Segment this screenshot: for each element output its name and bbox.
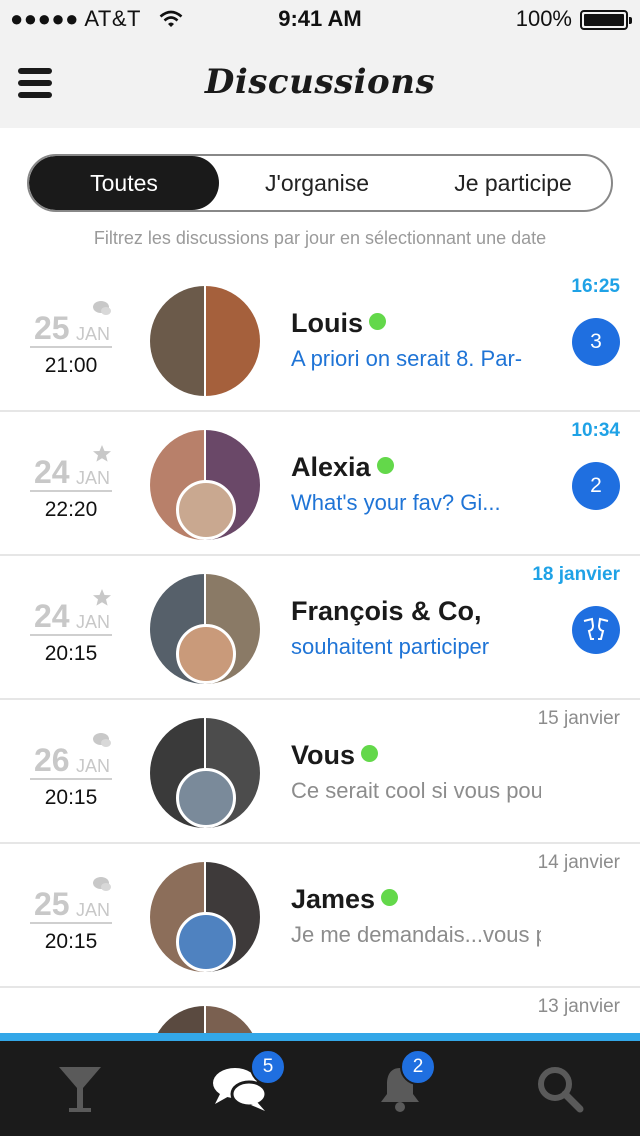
discussion-date: 25 JAN 20:15 [30, 876, 112, 954]
avatar-photo [150, 286, 204, 396]
search-icon [538, 1066, 584, 1112]
discussion-date: 25 JAN 21:00 [30, 300, 112, 378]
date-day: 25 [34, 310, 70, 346]
star-icon [93, 445, 111, 462]
tab-cocktails[interactable] [0, 1041, 160, 1136]
message-preview: souhaitent participer [291, 634, 490, 659]
contact-name: Louis [291, 308, 363, 338]
message-timestamp: 15 janvier [537, 708, 620, 729]
date-day: 24 [34, 598, 70, 634]
discussion-name: Louis [291, 308, 386, 339]
filter-hint: Filtrez les discussions par jour en séle… [93, 228, 547, 248]
date-hour: 20:15 [44, 786, 98, 809]
star-icon [93, 589, 111, 606]
discussion-name: James [291, 884, 399, 915]
status-bar: ●●●●● AT&T 9:41 AM 100% [0, 0, 640, 40]
chat-icon [93, 301, 111, 315]
tab-discussions[interactable]: 5 [160, 1041, 320, 1136]
discussion-row[interactable]: 25 JAN 21:00 Louis A priori on serait 8. Par… [0, 268, 640, 412]
unread-count-badge: 3 [572, 318, 620, 366]
chat-icon [93, 733, 111, 747]
discussion-row[interactable]: 24 JAN 22:20 Alexia What's your fav? Gi... 10… [0, 412, 640, 556]
avatar-photo-small [176, 480, 236, 540]
discussions-badge: 5 [250, 1049, 286, 1085]
group-avatar [150, 286, 260, 396]
discussion-row[interactable]: 24 JAN 20:15 François & Co, souhaitent parti… [0, 556, 640, 700]
group-avatar [150, 430, 260, 540]
group-avatar [150, 574, 260, 684]
date-hour: 20:15 [44, 930, 98, 953]
message-timestamp: 18 janvier [532, 564, 620, 585]
message-timestamp: 13 janvier [537, 996, 620, 1017]
online-indicator [369, 313, 386, 330]
date-day: 24 [34, 454, 70, 490]
tab-bar: 5 2 [0, 1041, 640, 1136]
chat-icon [93, 877, 111, 891]
unread-count-badge: 2 [572, 462, 620, 510]
message-preview: Je me demandais...vous pens... [291, 922, 541, 947]
tab-je-participe[interactable]: Je participe [415, 156, 611, 210]
contact-name: François & Co, [291, 596, 482, 626]
date-day-month: 26 JAN [30, 732, 112, 780]
battery-percentage: 100% [515, 6, 572, 31]
contact-name: Alexia [291, 452, 371, 482]
discussion-name: François & Co, [291, 596, 482, 627]
participation-badge [572, 606, 620, 654]
discussion-list: 25 JAN 21:00 Louis A priori on serait 8. Par… [0, 268, 640, 1132]
cocktail-icon [59, 1066, 101, 1112]
tab-search[interactable] [480, 1041, 640, 1136]
discussion-date: 24 JAN 20:15 [30, 588, 112, 666]
wine-glasses-icon [583, 617, 609, 640]
date-hour: 20:15 [44, 642, 98, 665]
message-preview: Ce serait cool si vous pou... [291, 778, 541, 803]
group-avatar [150, 862, 260, 972]
message-preview: A priori on serait 8. Par- [291, 346, 523, 371]
loading-strip [0, 1033, 640, 1041]
discussion-name: Vous [291, 740, 379, 771]
date-month: JAN [76, 324, 111, 344]
tab-j-organise[interactable]: J'organise [219, 156, 415, 210]
date-month: JAN [76, 900, 111, 920]
discussion-name: Alexia [291, 452, 394, 483]
discussion-date: 24 JAN 22:20 [30, 444, 112, 522]
date-month: JAN [76, 612, 111, 632]
discussion-date: 26 JAN 20:15 [30, 732, 112, 810]
date-day-month: 25 JAN [30, 876, 112, 924]
message-timestamp: 14 janvier [537, 852, 620, 873]
online-indicator [361, 745, 379, 762]
notifications-badge: 2 [400, 1049, 436, 1085]
date-day-month: 24 JAN [30, 444, 112, 492]
battery-icon [580, 10, 632, 30]
avatar-photo-small [176, 768, 236, 828]
avatar-photo-small [176, 624, 236, 684]
date-day: 25 [34, 886, 70, 922]
avatar-photo [206, 286, 260, 396]
date-day: 26 [34, 742, 70, 778]
discussion-row[interactable]: 26 JAN 20:15 Vous Ce serait cool si vous pou… [0, 700, 640, 844]
date-month: JAN [76, 468, 111, 488]
message-timestamp: 16:25 [571, 276, 620, 297]
date-hour: 21:00 [44, 354, 98, 377]
date-month: JAN [76, 756, 111, 776]
message-timestamp: 10:34 [571, 420, 620, 441]
discussion-filter: Toutes J'organise Je participe [27, 154, 613, 212]
date-day-month: 25 JAN [30, 300, 112, 348]
discussion-row[interactable]: 25 JAN 20:15 James Je me demandais...vous pe… [0, 844, 640, 988]
avatar-photo-small [176, 912, 236, 972]
tab-notifications[interactable]: 2 [320, 1041, 480, 1136]
contact-name: James [291, 884, 376, 914]
online-indicator [376, 457, 394, 474]
date-day-month: 24 JAN [30, 588, 112, 636]
tab-toutes[interactable]: Toutes [29, 156, 219, 210]
online-indicator [381, 889, 399, 906]
date-hour: 22:20 [44, 498, 98, 521]
contact-name: Vous [291, 740, 356, 770]
page-title: Discussions [204, 62, 436, 102]
message-preview: What's your fav? Gi... [291, 490, 501, 515]
group-avatar [150, 718, 260, 828]
nav-bar: Discussions [0, 40, 640, 128]
